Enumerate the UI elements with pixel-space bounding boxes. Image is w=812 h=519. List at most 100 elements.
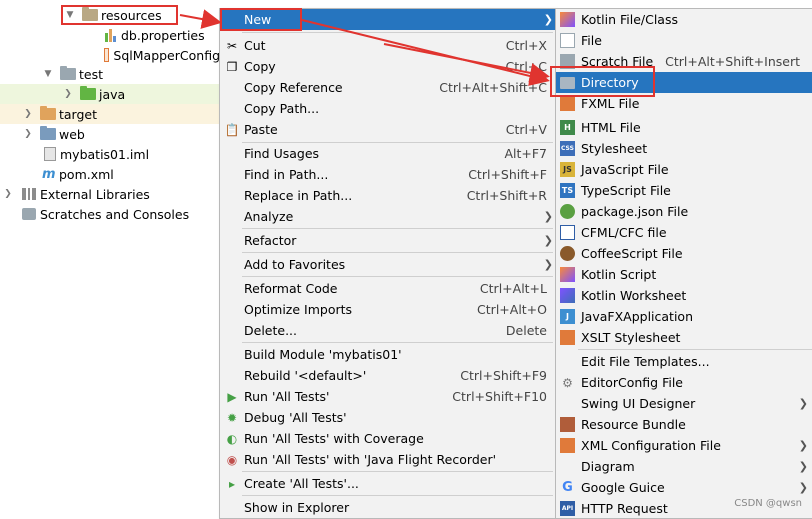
menu-item-cut[interactable]: ✂ Cut Ctrl+X [220, 35, 555, 56]
menu-item-copy-path[interactable]: Copy Path... [220, 98, 555, 119]
menu-item-find-in-path[interactable]: Find in Path... Ctrl+Shift+F [220, 164, 555, 185]
submenu-item-cfml-file[interactable]: CFML/CFC file [556, 222, 812, 243]
submenu-item-kotlin-script[interactable]: Kotlin Script [556, 264, 812, 285]
menu-separator [242, 471, 553, 472]
menu-separator [242, 228, 553, 229]
submenu-item-kotlin-worksheet[interactable]: Kotlin Worksheet [556, 285, 812, 306]
typescript-file-icon: TS [560, 183, 575, 198]
css-file-icon: CSS [560, 141, 575, 156]
tree-item-label: mybatis01.iml [60, 146, 150, 162]
html-file-icon: H [560, 120, 575, 135]
debug-bug-icon: ✹ [226, 410, 238, 425]
submenu-item-html-file[interactable]: H HTML File [556, 117, 812, 138]
kotlin-script-icon [560, 267, 575, 282]
submenu-item-javafx-application[interactable]: J JavaFXApplication [556, 306, 812, 327]
copy-icon: ❐ [226, 59, 238, 74]
menu-item-copy[interactable]: ❐ Copy Ctrl+C [220, 56, 555, 77]
menu-item-add-to-favorites[interactable]: Add to Favorites ❯ [220, 254, 555, 275]
tree-item-target[interactable]: ❯ target [0, 104, 220, 124]
menu-item-refactor[interactable]: Refactor ❯ [220, 230, 555, 251]
submenu-item-stylesheet[interactable]: CSS Stylesheet [556, 138, 812, 159]
submenu-item-kotlin-file[interactable]: Kotlin File/Class [556, 9, 812, 30]
submenu-item-edit-file-templates[interactable]: Edit File Templates... [556, 351, 812, 372]
chevron-right-icon[interactable]: ❯ [22, 129, 34, 139]
submenu-item-coffeescript-file[interactable]: CoffeeScript File [556, 243, 812, 264]
google-icon: G [562, 480, 573, 495]
menu-item-delete[interactable]: Delete... Delete [220, 320, 555, 341]
javafx-icon: J [560, 309, 575, 324]
profiler-icon: ◉ [226, 452, 238, 467]
tree-item-pom-xml[interactable]: m pom.xml [0, 164, 220, 184]
iml-file-icon [44, 147, 56, 161]
tree-item-label: web [59, 126, 85, 142]
menu-item-find-usages[interactable]: Find Usages Alt+F7 [220, 143, 555, 164]
submenu-item-resource-bundle[interactable]: Resource Bundle [556, 414, 812, 435]
submenu-item-google-guice[interactable]: G Google Guice ❯ [556, 477, 812, 498]
chevron-right-icon: ❯ [543, 13, 553, 26]
xml-file-icon [104, 48, 110, 62]
chevron-right-icon[interactable]: ❯ [22, 109, 34, 119]
web-folder-icon [40, 126, 56, 140]
menu-separator [578, 349, 812, 350]
submenu-item-file[interactable]: File [556, 30, 812, 51]
tree-item-db-properties[interactable]: db.properties [0, 25, 220, 45]
menu-item-show-in-explorer[interactable]: Show in Explorer [220, 497, 555, 518]
menu-item-replace-in-path[interactable]: Replace in Path... Ctrl+Shift+R [220, 185, 555, 206]
menu-item-debug-all-tests[interactable]: ✹ Debug 'All Tests' [220, 407, 555, 428]
chevron-right-icon: ❯ [798, 460, 808, 473]
tree-item-label: target [59, 106, 98, 122]
menu-item-build-module[interactable]: Build Module 'mybatis01' [220, 344, 555, 365]
scratches-icon [22, 208, 36, 220]
chevron-right-icon[interactable]: ❯ [2, 189, 14, 199]
folder-icon [60, 66, 76, 80]
menu-item-create-all-tests[interactable]: ▸ Create 'All Tests'... [220, 473, 555, 494]
properties-file-icon [104, 28, 118, 42]
tree-item-label: Scratches and Consoles [40, 206, 190, 222]
tree-item-java[interactable]: ❯ java [0, 84, 220, 104]
resource-bundle-icon [560, 417, 575, 432]
xml-file-icon [560, 438, 575, 453]
menu-item-reformat-code[interactable]: Reformat Code Ctrl+Alt+L [220, 278, 555, 299]
file-icon [560, 33, 575, 48]
coverage-icon: ◐ [226, 431, 238, 446]
submenu-item-xml-configuration-file[interactable]: XML Configuration File ❯ [556, 435, 812, 456]
test-source-folder-icon [80, 86, 96, 100]
chevron-right-icon: ❯ [543, 234, 553, 247]
chevron-right-icon[interactable]: ❯ [62, 89, 74, 99]
coffeescript-icon [560, 246, 575, 261]
chevron-down-icon[interactable]: ▼ [42, 69, 54, 79]
fxml-icon [560, 96, 575, 111]
submenu-item-swing-ui-designer[interactable]: Swing UI Designer ❯ [556, 393, 812, 414]
menu-separator [242, 342, 553, 343]
menu-separator [242, 32, 553, 33]
kotlin-icon [560, 12, 575, 27]
library-icon [22, 188, 36, 200]
tree-item-mybatis01-iml[interactable]: mybatis01.iml [0, 144, 220, 164]
menu-item-optimize-imports[interactable]: Optimize Imports Ctrl+Alt+O [220, 299, 555, 320]
menu-item-run-with-flight-recorder[interactable]: ◉ Run 'All Tests' with 'Java Flight Reco… [220, 449, 555, 470]
tree-item-test[interactable]: ▼ test [0, 64, 220, 84]
submenu-item-package-json[interactable]: package.json File [556, 201, 812, 222]
submenu-item-editorconfig-file[interactable]: ⚙ EditorConfig File [556, 372, 812, 393]
tree-item-web[interactable]: ❯ web [0, 124, 220, 144]
menu-item-rebuild[interactable]: Rebuild '<default>' Ctrl+Shift+F9 [220, 365, 555, 386]
tree-item-label: pom.xml [59, 166, 114, 182]
menu-item-paste[interactable]: 📋 Paste Ctrl+V [220, 119, 555, 140]
submenu-item-typescript-file[interactable]: TS TypeScript File [556, 180, 812, 201]
menu-item-run-with-coverage[interactable]: ◐ Run 'All Tests' with Coverage [220, 428, 555, 449]
chevron-right-icon: ❯ [798, 397, 808, 410]
submenu-item-javascript-file[interactable]: JS JavaScript File [556, 159, 812, 180]
menu-separator [242, 252, 553, 253]
menu-item-analyze[interactable]: Analyze ❯ [220, 206, 555, 227]
tree-item-sqlmapperconfig[interactable]: SqlMapperConfig [0, 45, 220, 65]
menu-item-copy-reference[interactable]: Copy Reference Ctrl+Alt+Shift+C [220, 77, 555, 98]
tree-item-label: SqlMapperConfig [113, 47, 220, 63]
directory-highlight-box [550, 66, 655, 97]
tree-item-external-libraries[interactable]: ❯ External Libraries [0, 184, 220, 204]
submenu-item-diagram[interactable]: Diagram ❯ [556, 456, 812, 477]
chevron-right-icon: ❯ [543, 258, 553, 271]
submenu-item-xslt-stylesheet[interactable]: XSLT Stylesheet [556, 327, 812, 348]
menu-item-run-all-tests[interactable]: ▶ Run 'All Tests' Ctrl+Shift+F10 [220, 386, 555, 407]
tree-item-scratches[interactable]: Scratches and Consoles [0, 204, 220, 224]
scissors-icon: ✂ [226, 38, 238, 53]
